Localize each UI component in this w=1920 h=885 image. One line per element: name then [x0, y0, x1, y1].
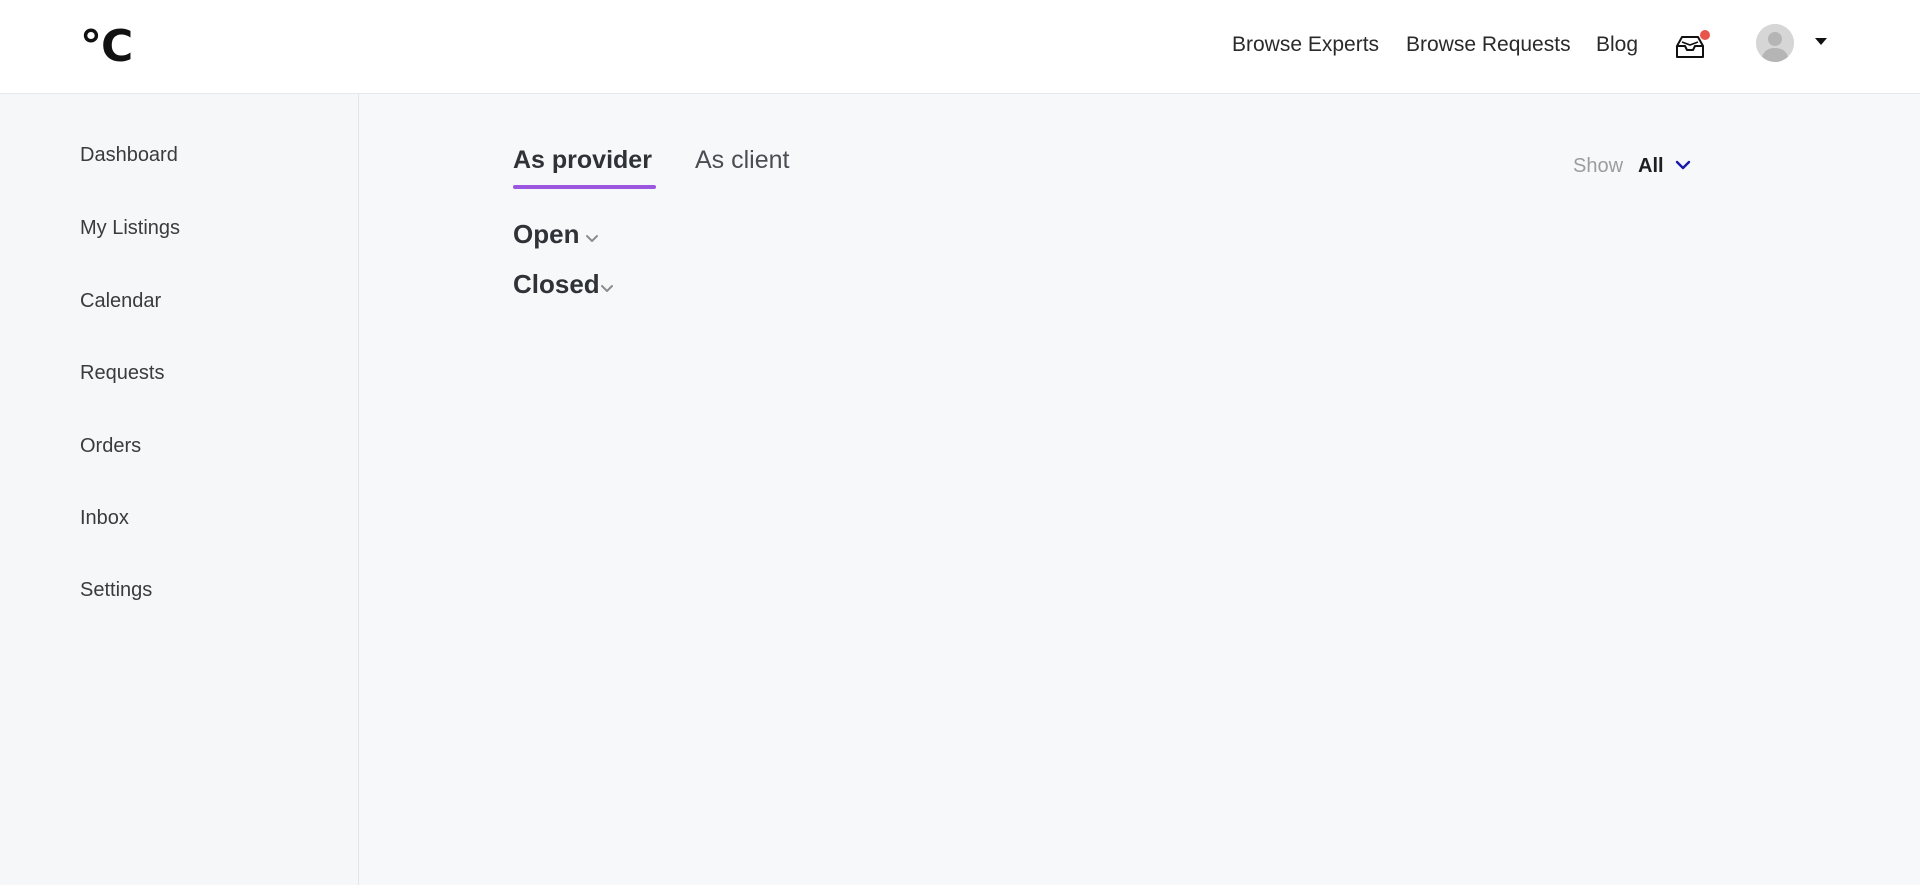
user-silhouette-icon: [1756, 24, 1794, 62]
chevron-down-icon[interactable]: [1674, 156, 1692, 174]
chevron-down-icon[interactable]: [599, 280, 615, 296]
tab-as-client[interactable]: As client: [695, 143, 789, 177]
tab-as-provider[interactable]: As provider: [513, 143, 652, 177]
sidebar-item-settings[interactable]: Settings: [80, 576, 152, 604]
sidebar-item-dashboard[interactable]: Dashboard: [80, 141, 178, 169]
section-open-toggle[interactable]: Open: [513, 217, 579, 251]
sidebar-item-my-listings[interactable]: My Listings: [80, 214, 180, 242]
nav-browse-requests[interactable]: Browse Requests: [1406, 30, 1571, 60]
active-tab-indicator: [513, 185, 656, 189]
site-logo[interactable]: °C: [80, 22, 133, 72]
nav-blog[interactable]: Blog: [1596, 30, 1638, 60]
sidebar-item-orders[interactable]: Orders: [80, 432, 141, 460]
section-closed-toggle[interactable]: Closed: [513, 267, 600, 301]
inbox-button[interactable]: [1674, 30, 1710, 60]
user-menu-caret-icon[interactable]: [1815, 38, 1827, 45]
sidebar-item-calendar[interactable]: Calendar: [80, 287, 161, 315]
filter-show-value[interactable]: All: [1638, 152, 1664, 180]
sidebar: Dashboard My Listings Calendar Requests …: [0, 94, 359, 885]
filter-show-label: Show: [1573, 155, 1624, 177]
user-avatar[interactable]: [1756, 24, 1794, 62]
chevron-down-icon[interactable]: [584, 230, 600, 246]
top-header: °C Browse Experts Browse Requests Blog: [0, 0, 1920, 94]
sidebar-item-inbox[interactable]: Inbox: [80, 504, 129, 532]
main-content: As provider As client Show All Open Clos…: [360, 94, 1920, 885]
nav-browse-experts[interactable]: Browse Experts: [1232, 30, 1379, 60]
sidebar-item-requests[interactable]: Requests: [80, 359, 165, 387]
notification-dot: [1700, 30, 1710, 40]
